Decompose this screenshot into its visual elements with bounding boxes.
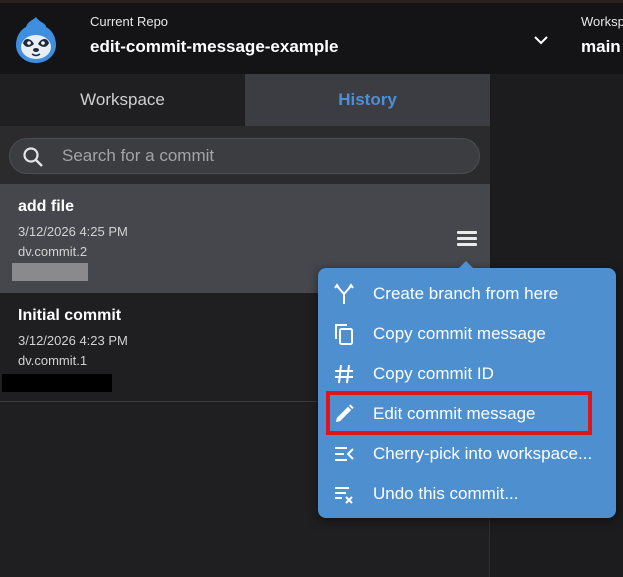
menu-item-label: Create branch from here [373,284,559,303]
chevron-down-icon[interactable] [532,33,550,47]
commit-id: dv.commit.1 [18,353,88,368]
commit-date: 3/12/2026 4:23 PM [18,333,128,348]
redacted-author [2,374,112,392]
menu-pointer-arrow [458,261,474,269]
menu-item-label: Cherry-pick into workspace... [373,444,593,463]
search-bar-container [0,126,490,184]
top-bar: Current Repo edit-commit-message-example… [0,0,623,74]
menu-item-cherry-pick[interactable]: Cherry-pick into workspace... [332,434,612,474]
tab-workspace[interactable]: Workspace [0,74,245,126]
workspace-name[interactable]: main [581,37,621,57]
menu-item-copy-commit-id[interactable]: Copy commit ID [332,354,612,394]
copy-icon [335,324,353,345]
menu-item-label: Copy commit ID [373,364,494,383]
current-repo-name[interactable]: edit-commit-message-example [90,37,338,57]
menu-item-undo-commit[interactable]: Undo this commit... [332,474,612,514]
tab-history[interactable]: History [245,74,490,126]
search-icon [23,147,43,167]
search-box[interactable] [9,138,480,174]
search-input[interactable] [62,139,462,173]
hash-icon [335,364,353,384]
current-repo-label: Current Repo [90,14,169,29]
commit-date: 3/12/2026 4:25 PM [18,224,128,239]
commit-title: Initial commit [18,307,122,324]
menu-item-copy-commit-message[interactable]: Copy commit message [332,314,612,354]
cherry-pick-icon [335,447,354,461]
branch-icon [334,283,354,304]
commit-menu-hamburger-icon[interactable] [457,231,477,247]
workspace-label: Workspace [581,14,623,29]
undo-list-icon [335,487,353,504]
menu-item-label: Undo this commit... [373,484,519,503]
commit-id: dv.commit.2 [18,244,88,259]
header-divider [568,11,569,69]
highlight-annotation-box [326,391,592,435]
commit-context-menu: Create branch from here Copy commit mess… [318,261,616,518]
redacted-author [12,263,88,281]
pane-tabs: Workspace History [0,74,490,126]
app-logo-sloth-icon [16,17,56,63]
menu-item-create-branch[interactable]: Create branch from here [332,274,612,314]
menu-item-label: Copy commit message [373,324,546,343]
commit-title: add file [18,198,75,215]
